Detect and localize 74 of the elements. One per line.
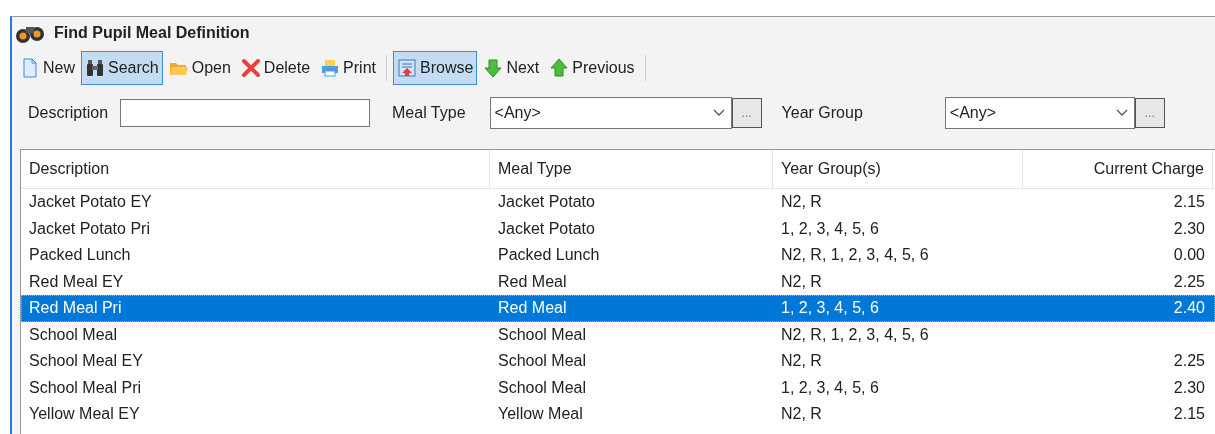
table-cell-text: Red Meal bbox=[497, 299, 568, 318]
table-cell-text: School Meal bbox=[497, 352, 588, 371]
table-cell-text: 0.00 bbox=[1172, 246, 1206, 265]
table-cell-text: School Meal Pri bbox=[28, 378, 143, 397]
table-cell-text: School Meal bbox=[497, 325, 588, 344]
table-cell-text: N2, R bbox=[780, 352, 823, 371]
table-cell-text: 2.25 bbox=[1172, 352, 1206, 371]
delete-button[interactable]: Delete bbox=[236, 51, 315, 85]
printer-icon bbox=[320, 58, 341, 78]
table-row[interactable]: Jacket Potato EY Jacket Potato N2, R 2.15 bbox=[21, 189, 1215, 216]
binoculars-icon bbox=[85, 58, 105, 78]
year-group-dropdown[interactable]: <Any> bbox=[944, 97, 1135, 129]
table-cell-text: 2.15 bbox=[1172, 405, 1206, 424]
table-cell-text: Jacket Potato bbox=[497, 193, 596, 212]
meal-type-dropdown[interactable]: <Any> bbox=[489, 97, 732, 129]
table-cell-text: 2.30 bbox=[1172, 219, 1206, 238]
new-button[interactable]: New bbox=[16, 51, 79, 85]
table-cell-text: Jacket Potato Pri bbox=[28, 219, 151, 238]
table-cell-text: N2, R bbox=[780, 272, 823, 291]
column-header[interactable]: Meal Type bbox=[490, 150, 773, 188]
table-row[interactable]: School Meal School Meal N2, R, 1, 2, 3, 4, 5, 6 bbox=[21, 321, 1215, 348]
table-cell-text: 1, 2, 3, 4, 5, 6 bbox=[780, 378, 880, 397]
table-cell-text: Red Meal Pri bbox=[28, 299, 123, 318]
table-cell-text: 1, 2, 3, 4, 5, 6 bbox=[780, 299, 880, 318]
chevron-icon bbox=[1115, 109, 1128, 117]
table-cell-text: Yellow Meal EY bbox=[28, 405, 141, 424]
column-header[interactable]: Description bbox=[21, 150, 490, 188]
table-cell-text: School Meal EY bbox=[28, 352, 144, 371]
table-cell-text: 2.40 bbox=[1172, 299, 1206, 318]
meal-type-label: Meal Type bbox=[392, 104, 466, 122]
previous-button[interactable]: Previous bbox=[545, 51, 639, 85]
document-icon bbox=[20, 58, 40, 78]
browse-icon bbox=[397, 58, 417, 78]
chevron-icon bbox=[712, 109, 725, 117]
table-cell-text: N2, R bbox=[780, 193, 823, 212]
print-button[interactable]: Print bbox=[316, 51, 380, 85]
table-cell-text: 2.30 bbox=[1172, 378, 1206, 397]
table-cell-text: N2, R bbox=[780, 405, 823, 424]
search-button[interactable]: Search bbox=[81, 51, 163, 85]
browse-button[interactable]: Browse bbox=[393, 51, 478, 85]
window-title: Find Pupil Meal Definition bbox=[54, 24, 250, 42]
table-cell-text: N2, R, 1, 2, 3, 4, 5, 6 bbox=[780, 246, 930, 265]
table-cell-text: Jacket Potato EY bbox=[28, 193, 153, 212]
next-button[interactable]: Next bbox=[479, 51, 544, 85]
table-cell-text: 2.25 bbox=[1172, 272, 1206, 291]
cross-icon bbox=[240, 58, 261, 78]
table-row[interactable]: Jacket Potato Pri Jacket Potato 1, 2, 3, 4, 5, 6 2.30 bbox=[21, 215, 1215, 242]
open-button[interactable]: Open bbox=[164, 51, 235, 85]
column-header[interactable]: Year Group(s) bbox=[773, 150, 1023, 188]
table-cell-text: 2.15 bbox=[1172, 193, 1206, 212]
up-arrow-icon bbox=[549, 58, 570, 78]
table-cell-text: 1, 2, 3, 4, 5, 6 bbox=[780, 219, 880, 238]
table-row[interactable]: Red Meal Pri Red Meal 1, 2, 3, 4, 5, 6 2.40 bbox=[21, 295, 1215, 322]
column-header[interactable]: Current Charge bbox=[1023, 150, 1213, 188]
table-row[interactable]: Packed Lunch Packed Lunch N2, R, 1, 2, 3, 4, 5, 6 0.00 bbox=[21, 242, 1215, 269]
year-group-label: Year Group bbox=[781, 104, 863, 122]
table-cell-text: Jacket Potato bbox=[497, 219, 596, 238]
table-cell-text: Yellow Meal bbox=[497, 405, 584, 424]
table-row[interactable]: School Meal Pri School Meal 1, 2, 3, 4, 5, 6 2.30 bbox=[21, 374, 1215, 401]
down-arrow-icon bbox=[483, 58, 504, 78]
table-cell-text: Packed Lunch bbox=[497, 246, 601, 265]
description-label: Description bbox=[28, 104, 109, 122]
table-cell-text: School Meal bbox=[497, 378, 588, 397]
table-cell-text: Packed Lunch bbox=[28, 246, 132, 265]
year-group-more-button[interactable]: ... bbox=[1134, 98, 1165, 128]
table-row[interactable]: Yellow Meal EY Yellow Meal N2, R 2.15 bbox=[21, 401, 1215, 428]
table-cell-text: Red Meal EY bbox=[28, 272, 125, 291]
table-cell-text: Red Meal bbox=[497, 272, 568, 291]
meal-type-more-button[interactable]: ... bbox=[731, 98, 762, 128]
table-cell-text: N2, R, 1, 2, 3, 4, 5, 6 bbox=[780, 325, 930, 344]
table-row[interactable]: Red Meal EY Red Meal N2, R 2.25 bbox=[21, 268, 1215, 295]
table-row[interactable]: School Meal EY School Meal N2, R 2.25 bbox=[21, 348, 1215, 375]
description-field[interactable] bbox=[120, 99, 371, 127]
table-cell-text: School Meal bbox=[28, 325, 119, 344]
